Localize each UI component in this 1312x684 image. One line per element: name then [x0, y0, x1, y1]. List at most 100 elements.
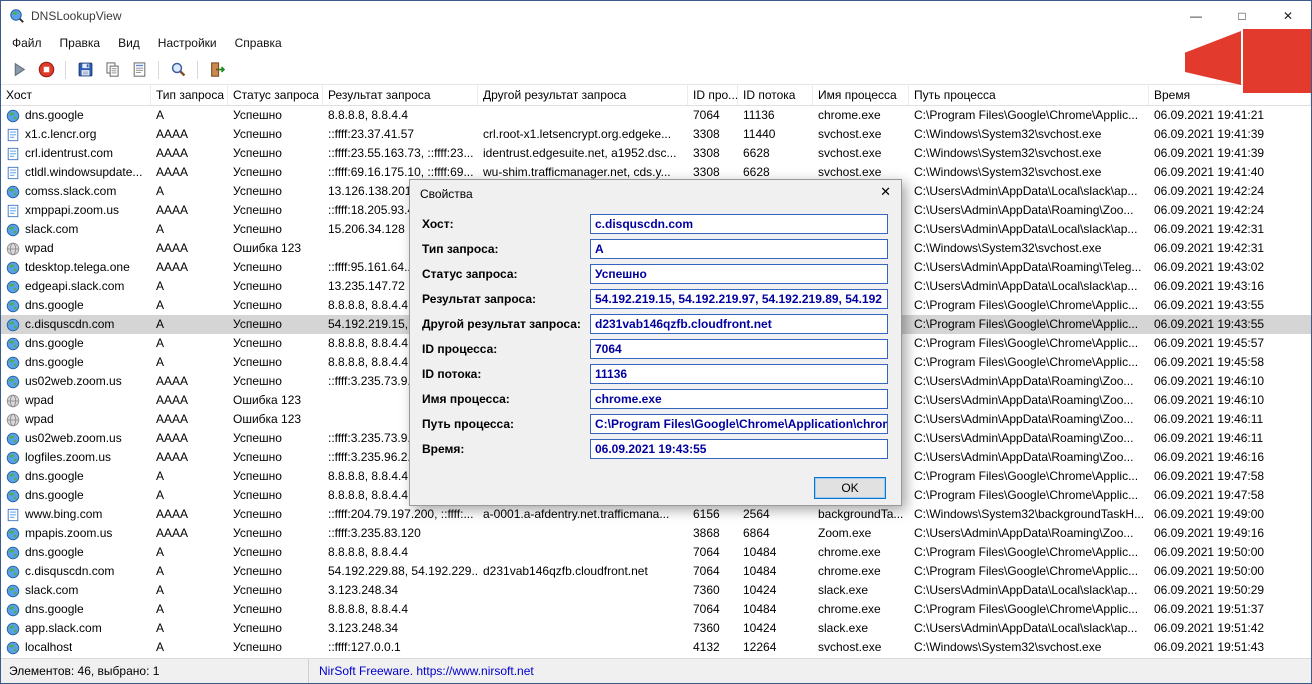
table-row[interactable]: mpapis.zoom.us AAAA Успешно::ffff:3.235.83… — [1, 524, 1311, 543]
cell-process-path: C:\Users\Admin\AppData\Roaming\Zoo... — [914, 374, 1134, 388]
cell-status: Ошибка 123 — [233, 412, 302, 426]
column-header-host[interactable]: Хост — [1, 85, 151, 105]
globe-icon — [6, 223, 20, 237]
column-header-other-result[interactable]: Другой результат запроса — [478, 85, 688, 105]
host-label: slack.com — [25, 222, 79, 236]
host-label: wpad — [25, 241, 54, 255]
globe-icon — [6, 641, 20, 655]
cell-host: app.slack.com — [1, 619, 151, 638]
table-row[interactable]: x1.c.lencr.org AAAA Успешно::ffff:23.37.41… — [1, 125, 1311, 144]
cell-process-path: C:\Users\Admin\AppData\Roaming\Zoo... — [914, 450, 1134, 464]
column-header-process-name[interactable]: Имя процесса — [813, 85, 909, 105]
column-header-thread-id[interactable]: ID потока — [738, 85, 813, 105]
menu-item-edit[interactable]: Правка — [51, 33, 110, 53]
cell-thread-id: 12264 — [743, 640, 777, 654]
column-header-process-id[interactable]: ID про... — [688, 85, 738, 105]
menu-item-view[interactable]: Вид — [109, 33, 149, 53]
menu-item-options[interactable]: Настройки — [149, 33, 226, 53]
dialog-field-row: Время: 06.09.2021 19:43:55 — [422, 439, 888, 459]
table-row[interactable]: www.bing.com AAAA Успешно::ffff:204.79.197… — [1, 505, 1311, 524]
table-row[interactable]: dns.google A Успешно 8.8.8.8, 8.8.4.4 7064 10… — [1, 543, 1311, 562]
cell-status: Успешно — [233, 564, 282, 578]
menu-item-file[interactable]: Файл — [3, 33, 51, 53]
save-button[interactable] — [73, 58, 97, 82]
cell-host: logfiles.zoom.us — [1, 448, 151, 467]
dialog-close-icon[interactable]: ✕ — [880, 184, 891, 200]
cell-status: Ошибка 123 — [233, 393, 302, 407]
cell-process-name: slack.exe — [818, 583, 869, 597]
table-row[interactable]: slack.com A Успешно 3.123.248.34 7360 10424 sl… — [1, 581, 1311, 600]
cell-process-path: C:\Users\Admin\AppData\Roaming\Zoo... — [914, 393, 1134, 407]
host-label: us02web.zoom.us — [25, 431, 122, 445]
cell-result: 3.123.248.34 — [328, 621, 399, 635]
minimize-button[interactable]: — — [1173, 1, 1219, 31]
host-label: c.disquscdn.com — [25, 564, 115, 578]
menu-item-help[interactable]: Справка — [226, 33, 291, 53]
table-row[interactable]: c.disquscdn.com A Успешно 54.192.229.88, 54… — [1, 562, 1311, 581]
cell-status: Успешно — [233, 127, 282, 141]
host-label: edgeapi.slack.com — [25, 279, 125, 293]
close-button[interactable]: ✕ — [1265, 1, 1311, 31]
cell-process-name: chrome.exe — [818, 108, 881, 122]
cell-process-id: 4132 — [693, 640, 720, 654]
cell-process-path: C:\Program Files\Google\Chrome\Applic... — [914, 298, 1139, 312]
cell-status: Успешно — [233, 260, 282, 274]
properties-button[interactable] — [127, 58, 151, 82]
dialog-label-query-status: Статус запроса: — [422, 267, 518, 281]
wpad-icon — [6, 242, 20, 256]
cell-time: 06.09.2021 19:46:11 — [1154, 431, 1264, 445]
stop-button[interactable] — [34, 58, 58, 82]
cell-type: AAAA — [156, 165, 189, 179]
column-header-result[interactable]: Результат запроса — [323, 85, 478, 105]
cell-time: 06.09.2021 19:45:57 — [1154, 336, 1265, 350]
save-icon — [77, 61, 94, 78]
cell-host: www.bing.com — [1, 505, 151, 524]
cell-process-name: svchost.exe — [818, 640, 882, 654]
cell-process-path: C:\Program Files\Google\Chrome\Applic... — [914, 469, 1139, 483]
cell-thread-id: 6628 — [743, 146, 770, 160]
wpad-icon — [6, 413, 20, 427]
cell-status: Успешно — [233, 184, 282, 198]
cell-time: 06.09.2021 19:49:00 — [1154, 507, 1265, 521]
table-row[interactable]: app.slack.com A Успешно 3.123.248.34 7360 104… — [1, 619, 1311, 638]
dialog-field-process-name[interactable]: chrome.exe — [590, 389, 888, 409]
nirsoft-link[interactable]: NirSoft Freeware. https://www.nirsoft.ne… — [309, 664, 544, 678]
dialog-label-process-id: ID процесса: — [422, 342, 498, 356]
column-header-status[interactable]: Статус запроса — [228, 85, 323, 105]
toolbar-separator — [65, 60, 66, 79]
run-button[interactable] — [7, 58, 31, 82]
ok-button[interactable]: OK — [814, 477, 886, 499]
dialog-field-time[interactable]: 06.09.2021 19:43:55 — [590, 439, 888, 459]
cell-type: AAAA — [156, 450, 189, 464]
dialog-field-host[interactable]: c.disquscdn.com — [590, 214, 888, 234]
table-row[interactable]: crl.identrust.com AAAA Успешно::ffff:23.55… — [1, 144, 1311, 163]
dialog-field-other-result[interactable]: d231vab146qzfb.cloudfront.net — [590, 314, 888, 334]
dialog-field-thread-id[interactable]: 11136 — [590, 364, 888, 384]
app-window: DNSLookupView — □ ✕ Файл Правка Вид Настрой… — [0, 0, 1312, 684]
cell-time: 06.09.2021 19:46:11 — [1154, 412, 1264, 426]
dialog-field-process-path[interactable]: C:\Program Files\Google\Chrome\Applicati… — [590, 414, 888, 434]
table-row[interactable]: dns.google A Успешно 8.8.8.8, 8.8.4.4 7064 10… — [1, 600, 1311, 619]
dialog-field-process-id[interactable]: 7064 — [590, 339, 888, 359]
cell-process-path: C:\Windows\System32\svchost.exe — [914, 165, 1102, 179]
maximize-button[interactable]: □ — [1219, 1, 1265, 31]
exit-button[interactable] — [205, 58, 229, 82]
table-row[interactable]: localhost A Успешно::ffff:127.0.0.1 4132 122… — [1, 638, 1311, 657]
table-row[interactable]: dns.google A Успешно 8.8.8.8, 8.8.4.4 7064 11… — [1, 106, 1311, 125]
column-header-type[interactable]: Тип запроса — [151, 85, 228, 105]
dialog-field-query-result[interactable]: 54.192.219.15, 54.192.219.97, 54.192.219… — [590, 289, 888, 309]
column-header-process-path[interactable]: Путь процесса — [909, 85, 1149, 105]
cell-process-name: svchost.exe — [818, 127, 882, 141]
dialog-field-query-type[interactable]: A — [590, 239, 888, 259]
cell-process-id: 3308 — [693, 146, 720, 160]
dialog-field-query-status[interactable]: Успешно — [590, 264, 888, 284]
find-button[interactable] — [166, 58, 190, 82]
cell-process-id: 7064 — [693, 545, 720, 559]
cell-host: ctldl.windowsupdate... — [1, 163, 151, 182]
globe-icon — [6, 603, 20, 617]
dialog-field-row: Статус запроса: Успешно — [422, 264, 888, 284]
copy-button[interactable] — [100, 58, 124, 82]
column-header-time[interactable]: Время — [1149, 85, 1311, 105]
dialog-label-process-name: Имя процесса: — [422, 392, 510, 406]
cell-process-path: C:\Users\Admin\AppData\Local\slack\ap... — [914, 583, 1138, 597]
